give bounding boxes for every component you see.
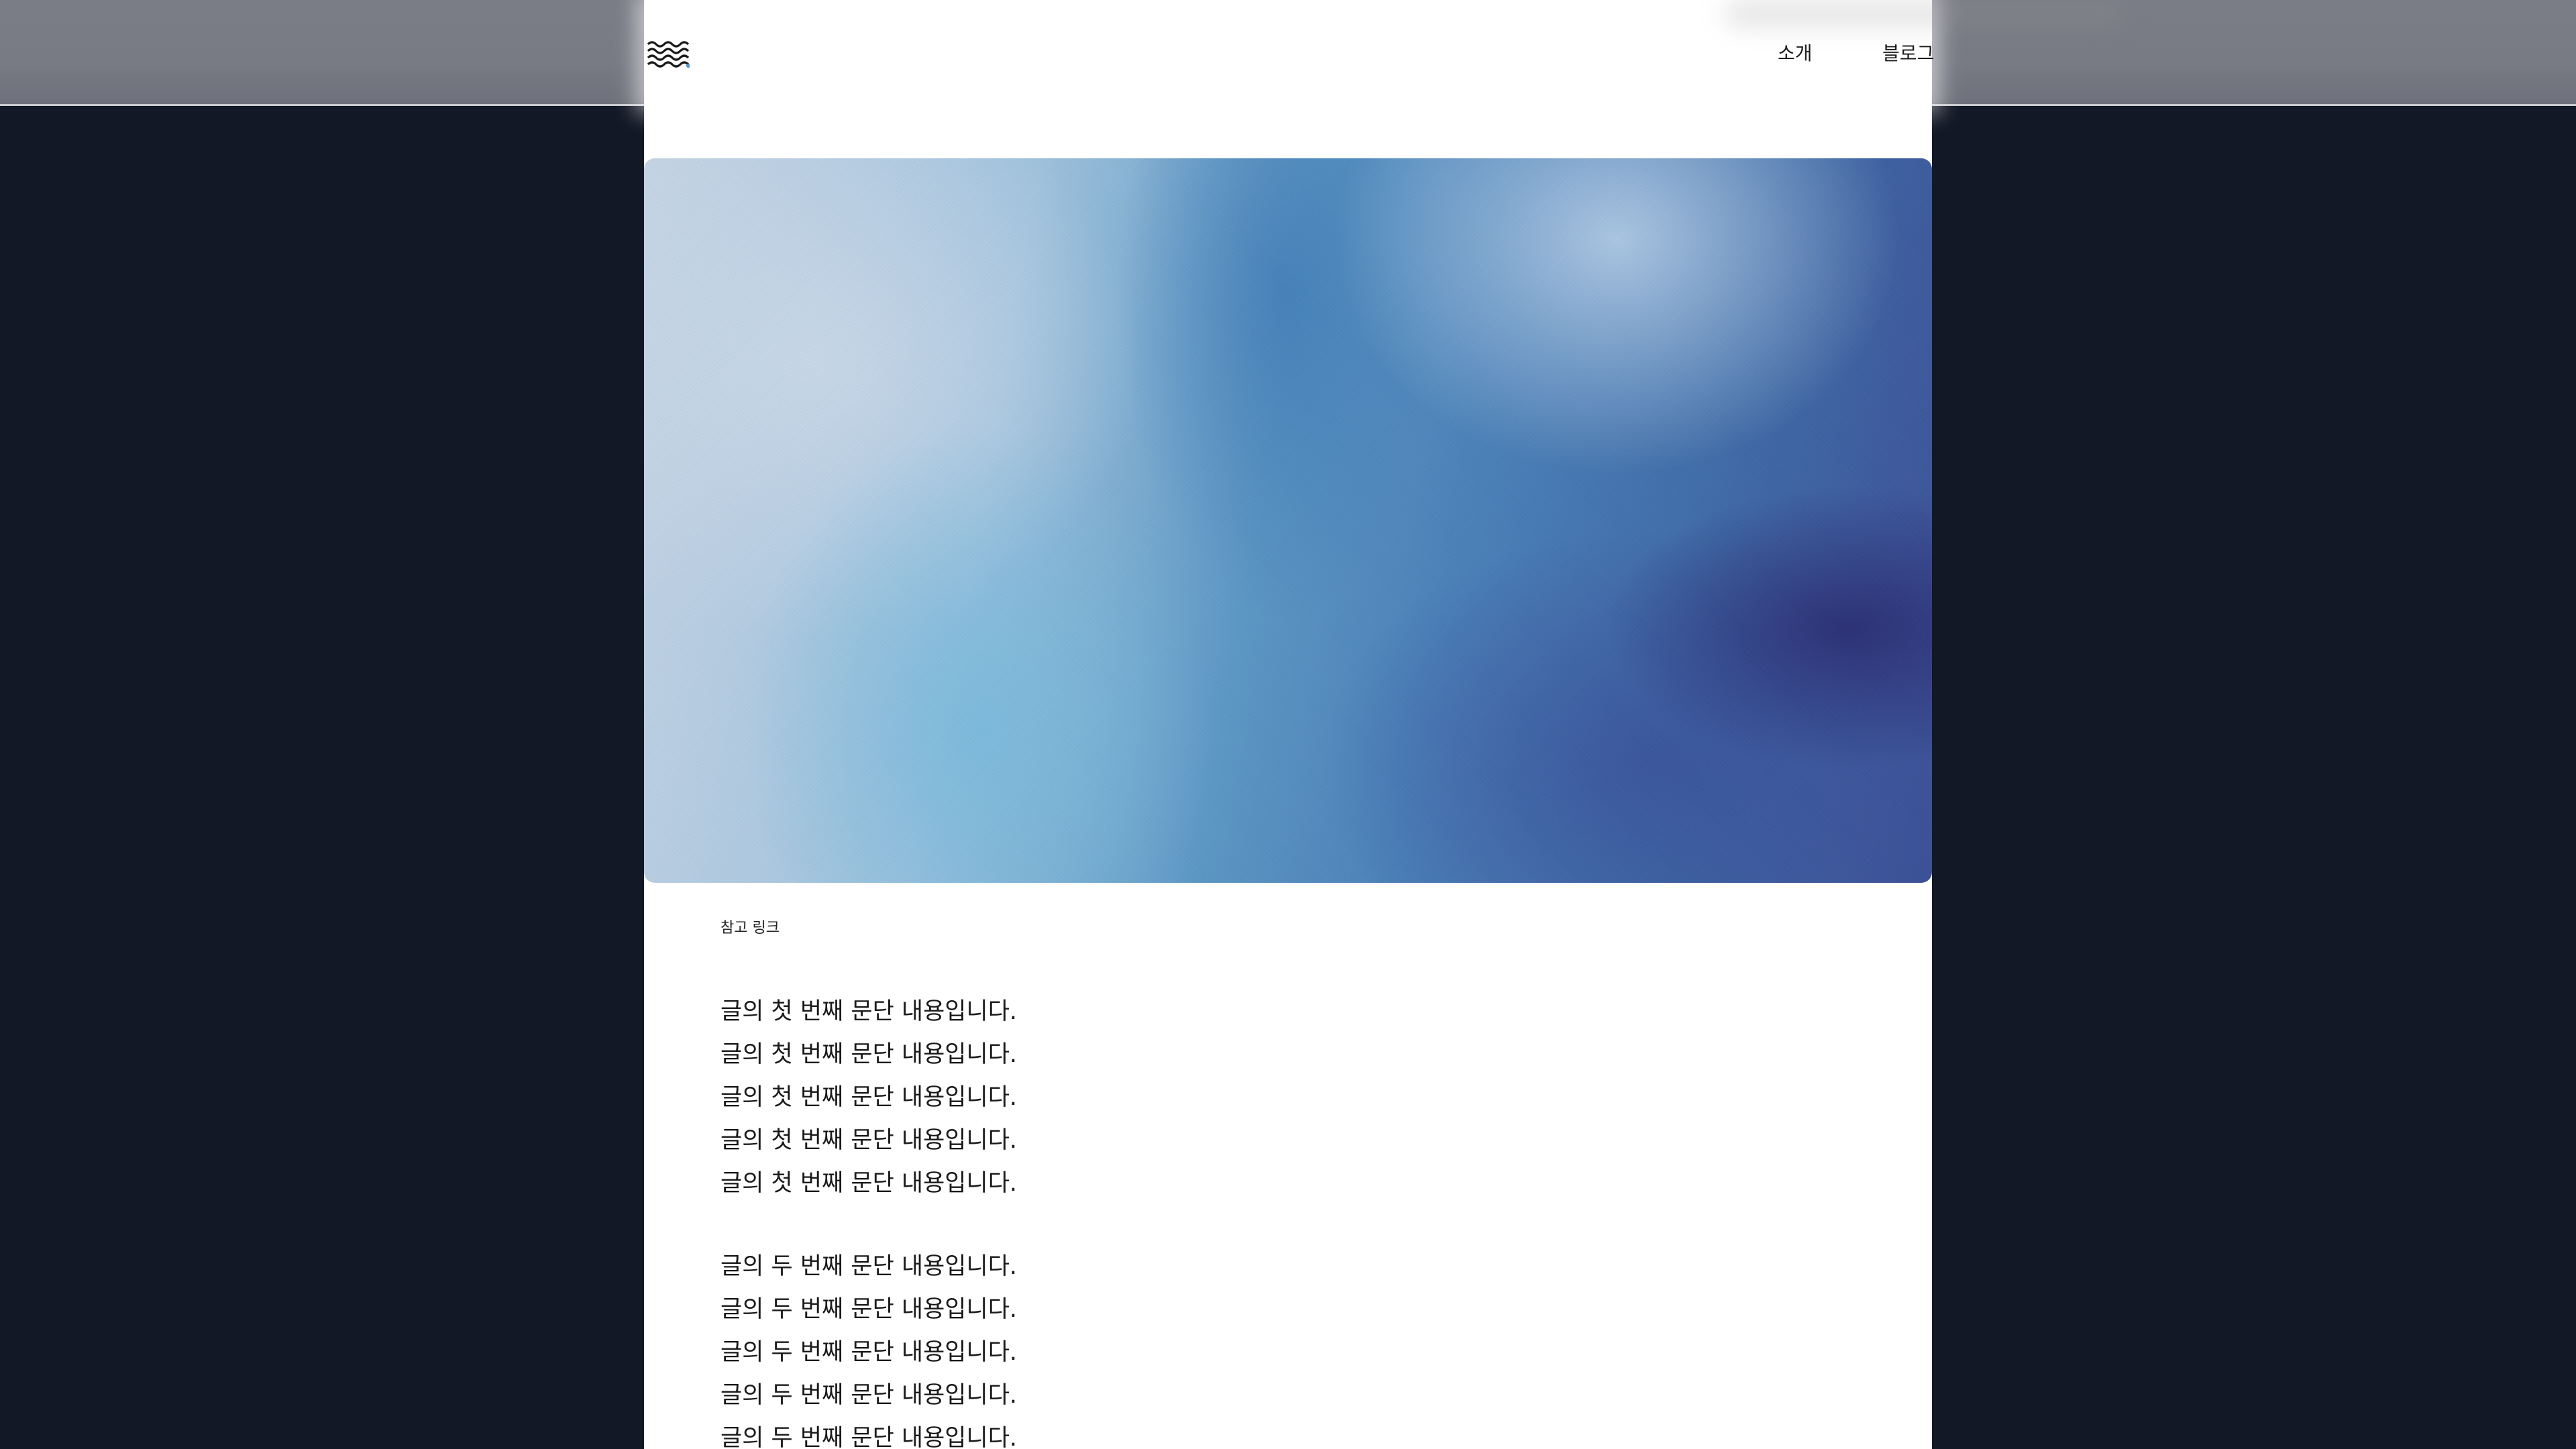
paragraph-line: 글의 첫 번째 문단 내용입니다. [720,1084,1018,1111]
hero-image-grain [644,158,1932,883]
paragraph-line: 글의 두 번째 문단 내용입니다. [720,1382,1018,1409]
paragraph-line: 글의 두 번째 문단 내용입니다. [720,1425,1018,1449]
paragraph-second: 글의 두 번째 문단 내용입니다. 글의 두 번째 문단 내용입니다. 글의 두… [720,1245,1794,1449]
nav-link-blog[interactable]: 블로그 [1882,39,1934,68]
paragraph-line: 글의 두 번째 문단 내용입니다. [720,1339,1018,1366]
content-column: 참고 링크 글의 첫 번째 문단 내용입니다. 글의 첫 번째 문단 내용입니다… [644,106,1932,1449]
paragraph-line: 글의 첫 번째 문단 내용입니다. [720,1041,1018,1068]
paragraph-line: 글의 첫 번째 문단 내용입니다. [720,998,1018,1025]
article-body: 글의 첫 번째 문단 내용입니다. 글의 첫 번째 문단 내용입니다. 글의 첫… [720,990,1794,1449]
paragraph-line: 글의 두 번째 문단 내용입니다. [720,1253,1018,1280]
reference-link[interactable]: 참고 링크 [720,916,780,937]
paragraph-first: 글의 첫 번째 문단 내용입니다. 글의 첫 번째 문단 내용입니다. 글의 첫… [720,990,1794,1205]
hero-image [644,158,1932,883]
header-bar: 소개 블로그 [0,0,2576,106]
header-blurred-title [1724,0,2127,27]
header-center [644,0,2127,106]
paragraph-line: 글의 첫 번째 문단 내용입니다. [720,1170,1018,1197]
paragraph-line: 글의 두 번째 문단 내용입니다. [720,1296,1018,1323]
nav-link-about[interactable]: 소개 [1778,39,1813,68]
paragraph-line: 글의 첫 번째 문단 내용입니다. [720,1127,1018,1154]
waves-logo-icon[interactable] [647,39,690,68]
page: 소개 블로그 참고 링크 글의 첫 번째 문단 내용입니다. 글의 첫 번째 문… [0,0,2576,1449]
